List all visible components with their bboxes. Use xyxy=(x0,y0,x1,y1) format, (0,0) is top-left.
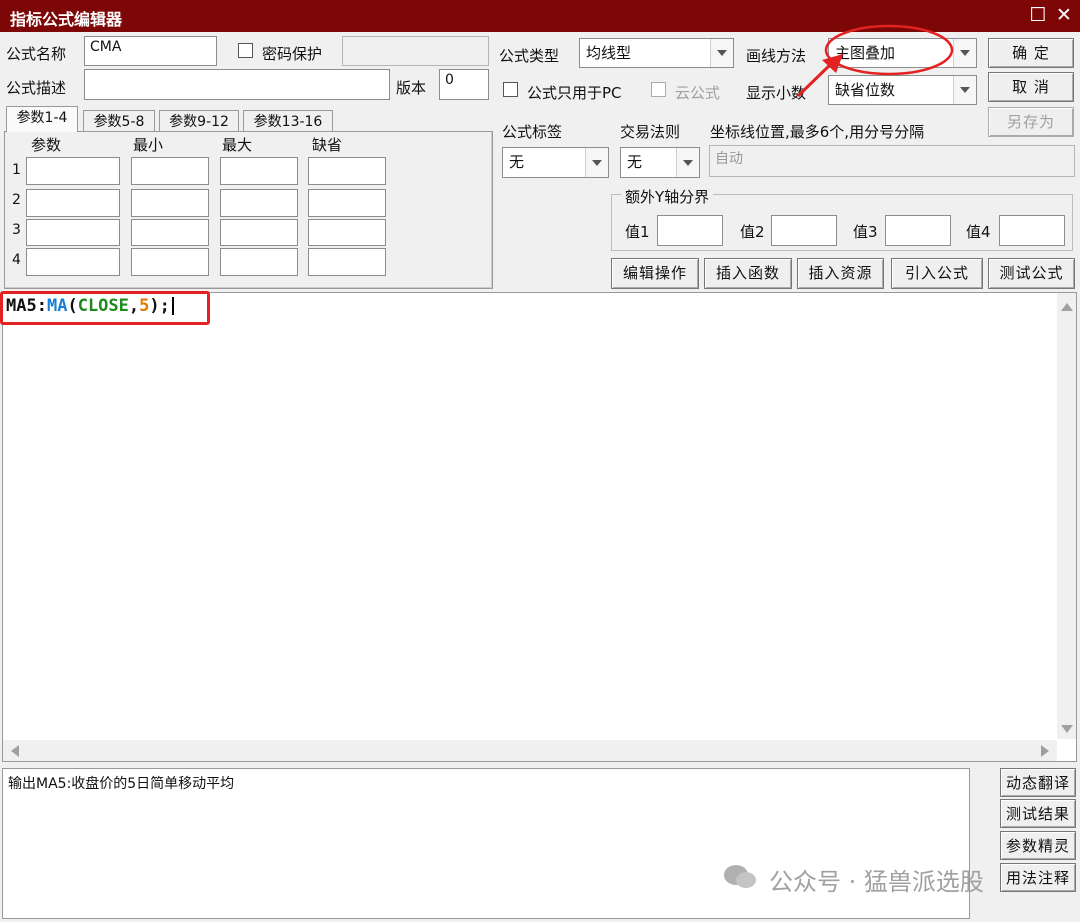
watermark-text: 公众号 · 猛兽派选股 xyxy=(769,868,984,896)
annotation-overlay xyxy=(796,24,954,98)
highlight-ellipse xyxy=(824,24,954,76)
wechat-icon xyxy=(722,862,758,892)
tab-params-1-4[interactable]: 参数1-4 xyxy=(6,106,78,132)
arrow-shaft xyxy=(796,60,835,98)
